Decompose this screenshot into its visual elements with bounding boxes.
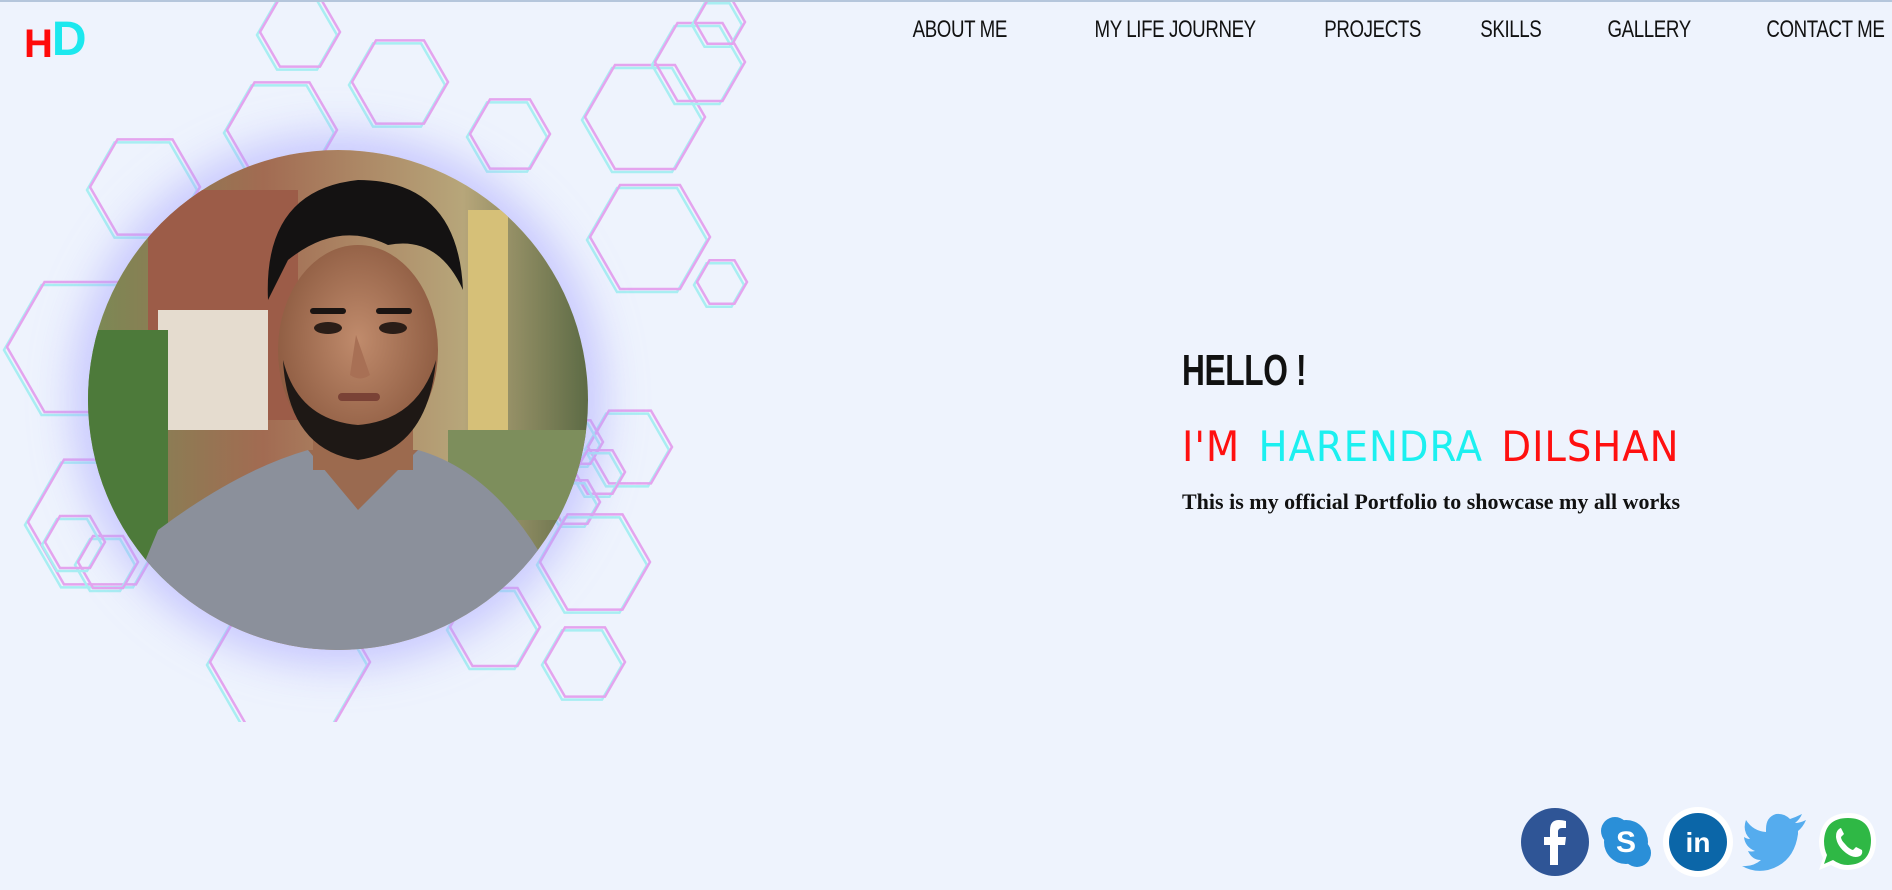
hexagon-outline [535, 516, 649, 614]
hexagon-outline [588, 183, 712, 291]
nav-link[interactable]: ABOUT ME [912, 16, 1007, 44]
linkedin-icon[interactable]: in [1662, 806, 1734, 878]
logo[interactable]: H D [24, 13, 87, 66]
whatsapp-icon[interactable] [1816, 810, 1880, 874]
hero-name: I'M HARENDRA DILSHAN [1182, 422, 1679, 471]
hero-description: This is my official Portfolio to showcas… [1182, 489, 1681, 514]
hexagon-outline [695, 259, 749, 305]
hexagon-outline [583, 63, 707, 171]
portfolio-page: H D ABOUT ME MY LIFE JOURNEY PROJECTS SK… [0, 0, 1892, 890]
last-name: DILSHAN [1501, 422, 1680, 471]
social-links: S in [1520, 806, 1880, 878]
facebook-icon[interactable] [1520, 807, 1590, 877]
logo-letter-h: H [24, 22, 53, 66]
skype-icon[interactable]: S [1598, 814, 1654, 870]
logo-letter-d: D [51, 13, 87, 66]
first-name: HARENDRA [1258, 422, 1484, 471]
nav-item-my-life-journey[interactable]: MY LIFE JOURNEY [1049, 16, 1256, 44]
hexagon-outline [585, 186, 709, 294]
hero-greeting: HELLO ! [1182, 346, 1307, 395]
hexagon-outline [538, 513, 652, 611]
nav-link[interactable]: CONTACT ME [1766, 16, 1885, 44]
main-nav: ABOUT ME MY LIFE JOURNEY PROJECTS SKILLS… [886, 16, 1884, 44]
nav-link[interactable]: MY LIFE JOURNEY [1094, 16, 1256, 44]
hexagon-outline [258, 2, 342, 68]
svg-text:S: S [1616, 826, 1636, 859]
nav-item-gallery[interactable]: GALLERY [1584, 16, 1691, 44]
hexagon-outline [573, 449, 627, 495]
nav-link[interactable]: SKILLS [1481, 16, 1543, 44]
hexagon-outline [580, 66, 704, 174]
twitter-icon[interactable] [1742, 812, 1808, 872]
nav-item-contact-me[interactable]: CONTACT ME [1733, 16, 1885, 44]
nav-link[interactable]: GALLERY [1607, 16, 1691, 44]
nav-item-skills[interactable]: SKILLS [1463, 16, 1543, 44]
profile-avatar [88, 150, 588, 650]
svg-text:in: in [1686, 827, 1711, 858]
name-prefix: I'M [1182, 422, 1241, 471]
nav-item-about-me[interactable]: ABOUT ME [886, 16, 1007, 44]
nav-item-projects[interactable]: PROJECTS [1297, 16, 1422, 44]
hero-section: HELLO ! I'M HARENDRA DILSHAN This is my … [1182, 346, 1723, 515]
profile-photo [88, 150, 588, 650]
nav-link[interactable]: PROJECTS [1325, 16, 1422, 44]
